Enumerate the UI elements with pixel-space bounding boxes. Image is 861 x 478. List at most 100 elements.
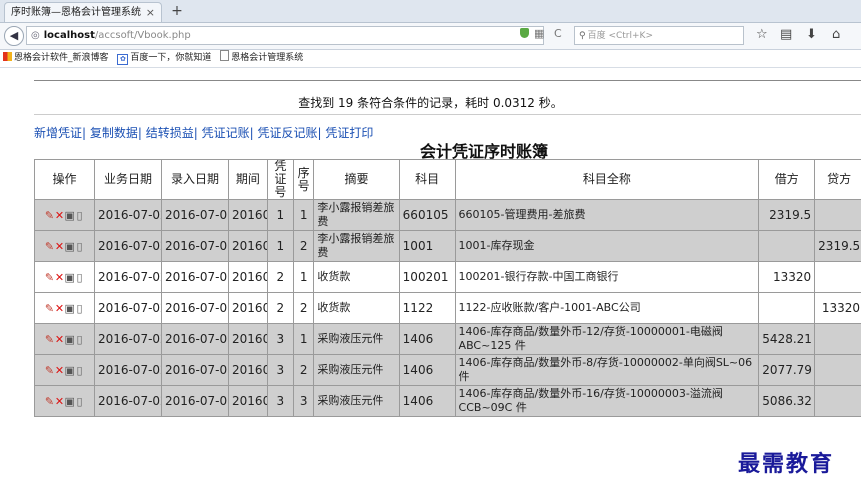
delete-icon[interactable]: ✕ bbox=[54, 271, 64, 284]
account-cell: 1406 bbox=[399, 324, 455, 355]
table-body: ✎✕▣▯2016-07-022016-07-0220160711李小露报销差旅费… bbox=[35, 200, 861, 417]
shield-icon[interactable] bbox=[520, 28, 529, 38]
post-voucher-link[interactable]: 凭证记账 bbox=[202, 126, 250, 140]
add-voucher-link[interactable]: 新增凭证 bbox=[34, 126, 82, 140]
entry-date-cell: 2016-07-02 bbox=[161, 231, 228, 262]
copy-data-link[interactable]: 复制数据 bbox=[90, 126, 138, 140]
account-cell: 1122 bbox=[399, 293, 455, 324]
baidu-paw-icon: ✿ bbox=[117, 54, 128, 65]
debit-cell: 5428.21 bbox=[759, 324, 815, 355]
view-doc-icon[interactable]: ▯ bbox=[74, 302, 84, 315]
account-name-cell: 1001-库存现金 bbox=[455, 231, 759, 262]
col-header-ops: 操作 bbox=[35, 160, 95, 200]
edit-icon[interactable]: ✎ bbox=[44, 271, 54, 284]
col-header-voucher-no: 凭证号 bbox=[267, 160, 293, 200]
carry-forward-link[interactable]: 结转损益 bbox=[146, 126, 194, 140]
account-name-cell: 1406-库存商品/数量外币-12/存货-10000001-电磁阀ABC~125… bbox=[455, 324, 759, 355]
credit-cell: 13320 bbox=[815, 293, 861, 324]
col-header-summary: 摘要 bbox=[314, 160, 399, 200]
browser-tab[interactable]: 序时账簿—恩格会计管理系统 × bbox=[4, 2, 162, 22]
tab-close-icon[interactable]: × bbox=[146, 3, 155, 22]
bookmark-1[interactable]: 恩格会计软件_新浪博客 bbox=[14, 50, 109, 67]
bookmark-list-icon[interactable]: ▤ bbox=[780, 27, 792, 42]
view-doc-icon[interactable]: ▯ bbox=[74, 209, 84, 222]
audit-icon[interactable]: ▣ bbox=[64, 209, 74, 222]
edit-icon[interactable]: ✎ bbox=[44, 240, 54, 253]
view-doc-icon[interactable]: ▯ bbox=[74, 395, 84, 408]
period-cell: 201607 bbox=[229, 293, 268, 324]
debit-cell bbox=[759, 231, 815, 262]
reload-icon[interactable]: C bbox=[554, 27, 562, 40]
bookmark-3[interactable]: 恩格会计管理系统 bbox=[231, 50, 303, 67]
ops: ✎✕▣▯ bbox=[35, 386, 95, 417]
audit-icon[interactable]: ▣ bbox=[64, 240, 74, 253]
col-header-debit: 借方 bbox=[759, 160, 815, 200]
account-name-cell: 660105-管理费用-差旅费 bbox=[455, 200, 759, 231]
period-cell: 201607 bbox=[229, 231, 268, 262]
entry-date-cell: 2016-07-02 bbox=[161, 293, 228, 324]
bookmarks-bar: 恩格会计软件_新浪博客 ✿百度一下，你就知道 恩格会计管理系统 bbox=[0, 50, 861, 68]
biz-date-cell: 2016-07-02 bbox=[94, 262, 161, 293]
back-icon[interactable]: ◀ bbox=[4, 26, 24, 46]
account-cell: 660105 bbox=[399, 200, 455, 231]
period-cell: 201607 bbox=[229, 200, 268, 231]
entry-date-cell: 2016-07-02 bbox=[161, 200, 228, 231]
ops: ✎✕▣▯ bbox=[35, 200, 95, 231]
weibo-icon bbox=[3, 52, 12, 61]
delete-icon[interactable]: ✕ bbox=[54, 209, 64, 222]
audit-icon[interactable]: ▣ bbox=[64, 302, 74, 315]
delete-icon[interactable]: ✕ bbox=[54, 395, 64, 408]
edit-icon[interactable]: ✎ bbox=[44, 364, 54, 377]
seq-cell: 2 bbox=[294, 231, 314, 262]
summary-cell: 李小露报销差旅费 bbox=[314, 231, 399, 262]
period-cell: 201607 bbox=[229, 386, 268, 417]
period-cell: 201607 bbox=[229, 324, 268, 355]
address-bar[interactable]: ◎localhost/accsoft/Vbook.php bbox=[26, 26, 544, 45]
table-row: ✎✕▣▯2016-07-022016-07-0220160722收货款11221… bbox=[35, 293, 861, 324]
entry-date-cell: 2016-07-02 bbox=[161, 324, 228, 355]
browser-nav-bar: ◀ ◎localhost/accsoft/Vbook.php ▦ C ⚲百度 <… bbox=[0, 23, 861, 50]
unpost-voucher-link[interactable]: 凭证反记账 bbox=[258, 126, 318, 140]
table-row: ✎✕▣▯2016-07-022016-07-0220160712李小露报销差旅费… bbox=[35, 231, 861, 262]
audit-icon[interactable]: ▣ bbox=[64, 271, 74, 284]
bookmark-2[interactable]: 百度一下，你就知道 bbox=[130, 50, 211, 67]
globe-icon: ◎ bbox=[31, 30, 40, 41]
view-doc-icon[interactable]: ▯ bbox=[74, 364, 84, 377]
seq-cell: 1 bbox=[294, 324, 314, 355]
delete-icon[interactable]: ✕ bbox=[54, 364, 64, 377]
view-doc-icon[interactable]: ▯ bbox=[74, 271, 84, 284]
biz-date-cell: 2016-07-02 bbox=[94, 200, 161, 231]
new-tab-button[interactable]: + bbox=[168, 2, 186, 20]
reader-icon[interactable]: ▦ bbox=[534, 27, 544, 40]
voucher-no-cell: 3 bbox=[267, 386, 293, 417]
url-path: /accsoft/Vbook.php bbox=[95, 30, 191, 41]
edit-icon[interactable]: ✎ bbox=[44, 302, 54, 315]
delete-icon[interactable]: ✕ bbox=[54, 240, 64, 253]
voucher-no-cell: 2 bbox=[267, 262, 293, 293]
edit-icon[interactable]: ✎ bbox=[44, 395, 54, 408]
account-name-cell: 1122-应收账款/客户-1001-ABC公司 bbox=[455, 293, 759, 324]
home-icon[interactable]: ⌂ bbox=[832, 27, 840, 42]
delete-icon[interactable]: ✕ bbox=[54, 333, 64, 346]
download-icon[interactable]: ⬇ bbox=[806, 27, 817, 42]
edit-icon[interactable]: ✎ bbox=[44, 333, 54, 346]
print-voucher-link[interactable]: 凭证打印 bbox=[325, 126, 373, 140]
star-icon[interactable]: ☆ bbox=[756, 27, 768, 42]
seq-cell: 2 bbox=[294, 355, 314, 386]
edit-icon[interactable]: ✎ bbox=[44, 209, 54, 222]
voucher-table: 操作 业务日期 录入日期 期间 凭证号 序号 摘要 科目 科目全称 借方 贷方 … bbox=[34, 159, 861, 417]
view-doc-icon[interactable]: ▯ bbox=[74, 240, 84, 253]
page-icon bbox=[220, 50, 229, 61]
view-doc-icon[interactable]: ▯ bbox=[74, 333, 84, 346]
tab-title: 序时账簿—恩格会计管理系统 bbox=[11, 7, 141, 18]
audit-icon[interactable]: ▣ bbox=[64, 364, 74, 377]
delete-icon[interactable]: ✕ bbox=[54, 302, 64, 315]
period-cell: 201607 bbox=[229, 355, 268, 386]
audit-icon[interactable]: ▣ bbox=[64, 395, 74, 408]
biz-date-cell: 2016-07-02 bbox=[94, 324, 161, 355]
voucher-no-cell: 2 bbox=[267, 293, 293, 324]
search-input[interactable]: ⚲百度 <Ctrl+K> bbox=[574, 26, 744, 45]
table-row: ✎✕▣▯2016-07-022016-07-0220160732采购液压元件14… bbox=[35, 355, 861, 386]
audit-icon[interactable]: ▣ bbox=[64, 333, 74, 346]
entry-date-cell: 2016-07-02 bbox=[161, 262, 228, 293]
